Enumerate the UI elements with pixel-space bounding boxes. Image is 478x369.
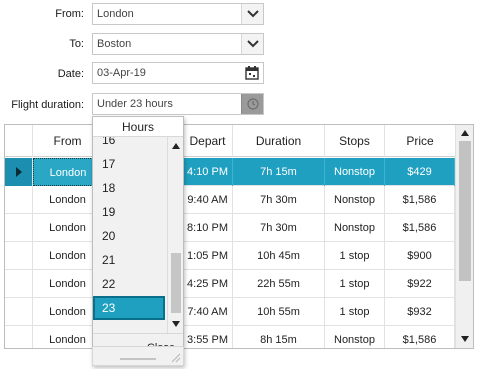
table-row[interactable]: London 4:10 PM 7h 15m Nonstop $429 xyxy=(5,158,455,186)
hour-option[interactable]: 16 xyxy=(93,137,165,152)
triangle-down-icon xyxy=(172,321,180,327)
hour-option[interactable]: 23 xyxy=(93,296,165,320)
cell-price[interactable]: $1,586 xyxy=(385,186,455,214)
hour-option[interactable]: 18 xyxy=(93,176,165,200)
grid-header: From Depart Duration Stops Price xyxy=(5,125,455,157)
cell-stops[interactable]: Nonstop xyxy=(325,158,385,186)
calendar-icon xyxy=(245,66,259,80)
scroll-down-button[interactable] xyxy=(456,332,473,346)
column-header-stops[interactable]: Stops xyxy=(325,125,385,157)
resize-grip-icon[interactable] xyxy=(92,346,184,366)
cell-depart[interactable]: 3:55 PM xyxy=(183,326,233,348)
row-header[interactable] xyxy=(5,242,33,270)
cell-stops[interactable]: Nonstop xyxy=(325,214,385,242)
hours-scroll-down-button[interactable] xyxy=(168,317,184,331)
flight-duration-value: Under 23 hours xyxy=(97,98,173,110)
cell-stops[interactable]: 1 stop xyxy=(325,298,385,326)
hour-option[interactable]: 22 xyxy=(93,272,165,296)
grid-scroll-thumb[interactable] xyxy=(459,141,471,281)
cell-depart[interactable]: 1:05 PM xyxy=(183,242,233,270)
hour-option[interactable]: 17 xyxy=(93,152,165,176)
triangle-up-icon xyxy=(461,130,469,136)
row-header[interactable] xyxy=(5,186,33,214)
cell-duration[interactable]: 7h 30m xyxy=(233,186,325,214)
date-label: Date: xyxy=(57,68,84,80)
cell-price[interactable]: $900 xyxy=(385,242,455,270)
cell-stops[interactable]: Nonstop xyxy=(325,326,385,348)
to-combobox[interactable]: Boston xyxy=(92,33,264,55)
to-label: To: xyxy=(69,38,84,50)
hour-option[interactable]: 19 xyxy=(93,200,165,224)
cell-duration[interactable]: 7h 15m xyxy=(233,158,325,186)
hour-option[interactable]: 21 xyxy=(93,248,165,272)
cell-depart[interactable]: 9:40 AM xyxy=(183,186,233,214)
flights-grid: From Depart Duration Stops Price London 4… xyxy=(4,124,474,349)
cell-depart[interactable]: 8:10 PM xyxy=(183,214,233,242)
table-row[interactable]: London 7:40 AM 10h 55m 1 stop $932 xyxy=(5,298,455,326)
cell-duration[interactable]: 8h 15m xyxy=(233,326,325,348)
flight-duration-label: Flight duration: xyxy=(11,99,84,111)
date-value: 03-Apr-19 xyxy=(97,67,146,79)
date-picker[interactable]: 03-Apr-19 xyxy=(92,62,264,84)
from-dropdown-button[interactable] xyxy=(241,4,263,24)
cell-duration[interactable]: 10h 45m xyxy=(233,242,325,270)
cell-price[interactable]: $429 xyxy=(385,158,455,186)
cell-stops[interactable]: Nonstop xyxy=(325,186,385,214)
grid-vertical-scrollbar[interactable] xyxy=(455,125,473,348)
column-header-depart[interactable]: Depart xyxy=(183,125,233,157)
cell-stops[interactable]: 1 stop xyxy=(325,270,385,298)
column-header-price[interactable]: Price xyxy=(385,125,455,157)
from-combobox[interactable]: London xyxy=(92,3,264,25)
calendar-button[interactable] xyxy=(241,63,263,83)
table-row[interactable]: London 9:40 AM 7h 30m Nonstop $1,586 xyxy=(5,186,455,214)
from-value: London xyxy=(97,8,134,20)
row-header-corner xyxy=(5,125,33,157)
from-label: From: xyxy=(55,8,84,20)
clock-icon xyxy=(246,98,259,110)
to-dropdown-button[interactable] xyxy=(241,34,263,54)
row-header[interactable] xyxy=(5,214,33,242)
cell-depart[interactable]: 7:40 AM xyxy=(183,298,233,326)
cell-price[interactable]: $922 xyxy=(385,270,455,298)
hours-popup-title: Hours xyxy=(93,117,183,137)
table-row[interactable]: London 1:05 PM 10h 45m 1 stop $900 xyxy=(5,242,455,270)
cell-duration[interactable]: 10h 55m xyxy=(233,298,325,326)
cell-price[interactable]: $1,586 xyxy=(385,326,455,348)
table-row[interactable]: London 4:25 PM 22h 55m 1 stop $922 xyxy=(5,270,455,298)
flight-duration-picker[interactable]: Under 23 hours xyxy=(92,93,264,115)
cell-duration[interactable]: 7h 30m xyxy=(233,214,325,242)
cell-depart[interactable]: 4:25 PM xyxy=(183,270,233,298)
column-header-duration[interactable]: Duration xyxy=(233,125,325,157)
hours-scroll-thumb[interactable] xyxy=(171,253,181,313)
row-header[interactable] xyxy=(5,298,33,326)
cell-price[interactable]: $1,586 xyxy=(385,214,455,242)
table-row[interactable]: London 8:10 PM 7h 30m Nonstop $1,586 xyxy=(5,214,455,242)
chevron-down-icon xyxy=(246,40,259,48)
hour-option[interactable]: 20 xyxy=(93,224,165,248)
chevron-down-icon xyxy=(246,10,259,18)
hours-popup: Hours 1617181920212223 Close xyxy=(92,116,184,366)
hours-scrollbar[interactable] xyxy=(167,137,183,333)
duration-dropdown-button[interactable] xyxy=(241,94,263,114)
current-row-indicator-icon xyxy=(16,167,22,177)
to-value: Boston xyxy=(97,38,132,50)
triangle-up-icon xyxy=(172,143,180,149)
cell-depart[interactable]: 4:10 PM xyxy=(183,158,233,186)
cell-price[interactable]: $932 xyxy=(385,298,455,326)
row-header[interactable] xyxy=(5,158,33,186)
table-row[interactable]: London 3:55 PM 8h 15m Nonstop $1,586 xyxy=(5,326,455,348)
hours-scroll-up-button[interactable] xyxy=(168,139,184,153)
row-header[interactable] xyxy=(5,326,33,348)
cell-stops[interactable]: 1 stop xyxy=(325,242,385,270)
row-header[interactable] xyxy=(5,270,33,298)
triangle-down-icon xyxy=(461,336,469,342)
scroll-up-button[interactable] xyxy=(456,126,473,140)
cell-duration[interactable]: 22h 55m xyxy=(233,270,325,298)
